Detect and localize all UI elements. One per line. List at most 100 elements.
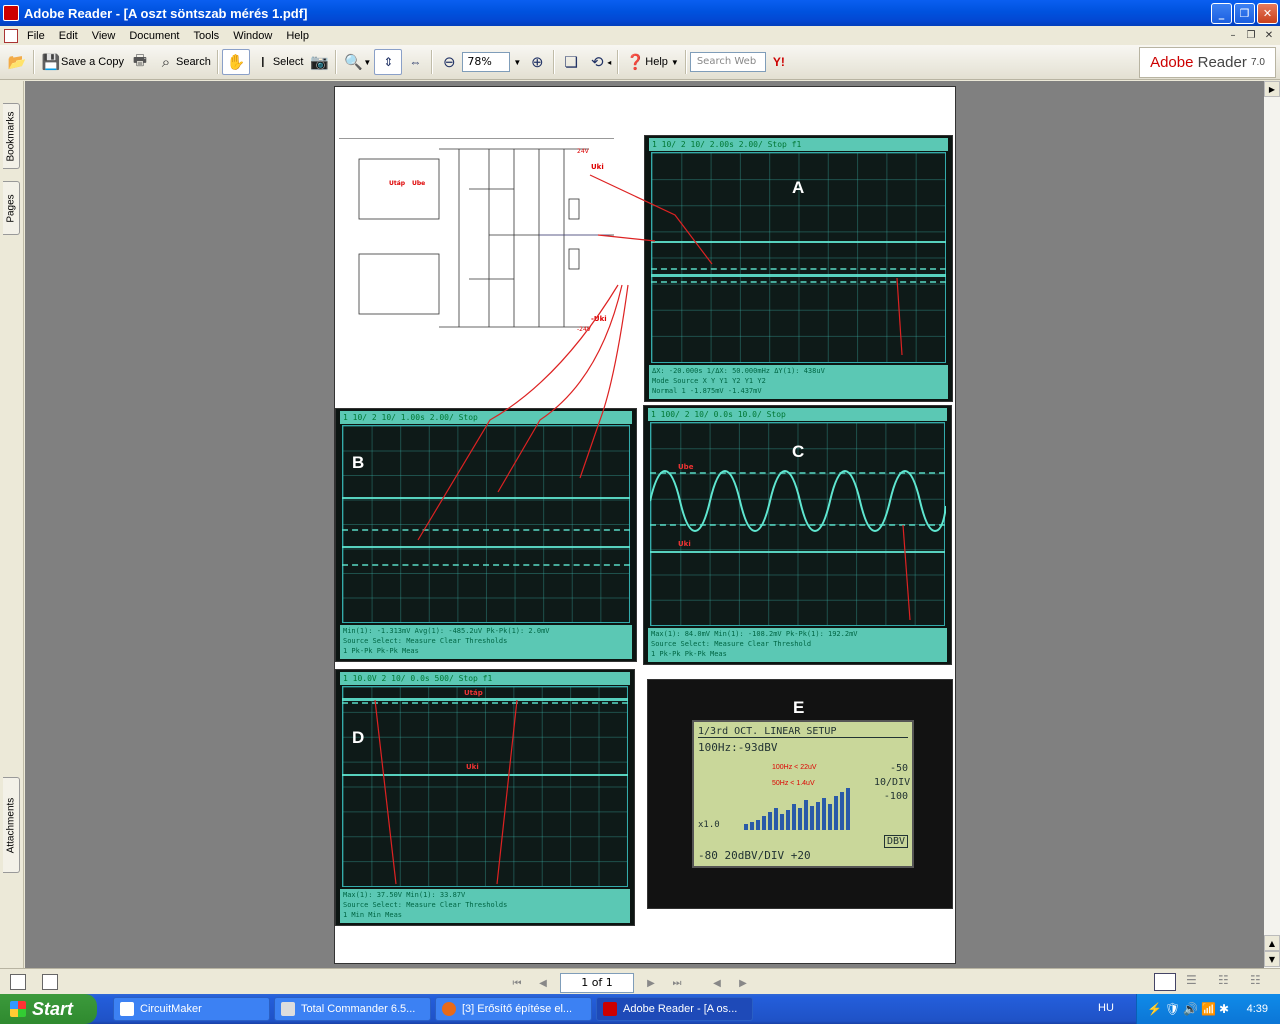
analyzer-dbv-button: DBV <box>883 835 908 848</box>
oscilloscope-b: 1 10/ 2 10/ 1.00s 2.00/ Stop B Min(1): -… <box>335 408 637 662</box>
zoom-tool-dropdown-icon[interactable]: ▼ <box>363 58 371 67</box>
search-web-input[interactable]: Search Web <box>689 52 766 72</box>
facing-view-icon[interactable]: ☷ <box>1218 973 1236 991</box>
tab-bookmarks[interactable]: Bookmarks <box>3 103 20 169</box>
document-window-controls: – ❐ ✕ <box>1226 28 1276 42</box>
adobe-reader-icon <box>3 5 19 21</box>
yahoo-button[interactable]: Y! <box>766 49 792 75</box>
scope-a-softkeys: Mode Source X Y Y1 Y2 Y1 Y2 <box>652 377 766 385</box>
oscilloscope-a: 1 10/ 2 10/ 2.00s 2.00/ Stop f1 A ΔX: -2… <box>644 135 953 402</box>
toolbar: 📂 💾 Save a Copy 🖶 ⌕ Search ✋ I Select 📷 🔍 ▼ … <box>0 45 1280 80</box>
page-navigation: ⏮ ◀ 1 of 1 ▶ ⏭ ◀ ▶ <box>508 973 752 993</box>
hand-tool-button[interactable]: ✋ <box>221 49 250 75</box>
scope-d-trace-utap <box>342 698 628 701</box>
scope-a-softkey-values: Normal 1 -1.875mV -1.437mV <box>652 387 762 395</box>
scope-a-header: 1 10/ 2 10/ 2.00s 2.00/ Stop f1 <box>649 138 948 151</box>
scroll-down-icon[interactable]: ▼ <box>1264 951 1280 967</box>
taskbar-item-firefox[interactable]: [3] Erősítő építése el... <box>435 997 592 1021</box>
taskbar-item-total-commander[interactable]: Total Commander 6.5... <box>274 997 431 1021</box>
scope-b-label: B <box>352 453 365 472</box>
rotate-view-button[interactable]: ⟲ ◂ <box>584 49 614 75</box>
scope-b-measure: Min(1): -1.313mV Avg(1): -485.2uV Pk-Pk(… <box>343 627 550 635</box>
scope-d-header: 1 10.0V 2 10/ 0.0s 500/ Stop f1 <box>340 672 630 685</box>
next-page-button[interactable]: ▶ <box>642 974 660 992</box>
analyzer-multiplier: x1.0 <box>698 820 720 830</box>
windows-flag-icon <box>10 1001 26 1017</box>
next-view-button[interactable]: ▶ <box>734 974 752 992</box>
zoom-out-button[interactable]: ⊖ <box>436 49 462 75</box>
taskbar-item-adobe-reader[interactable]: Adobe Reader - [A os... <box>596 997 753 1021</box>
zoom-in-button[interactable]: ⊕ <box>524 49 550 75</box>
restore-button[interactable]: ❐ <box>1234 2 1255 24</box>
schematic-uki: Uki <box>591 163 604 171</box>
search-button[interactable]: ⌕ Search <box>153 49 214 75</box>
scope-a-reference-2 <box>651 281 946 283</box>
menu-file[interactable]: File <box>20 30 52 42</box>
help-icon: ❓ <box>625 54 645 71</box>
continuous-facing-view-icon[interactable]: ☷ <box>1250 973 1268 991</box>
minimize-button[interactable]: _ <box>1211 2 1232 24</box>
start-button[interactable]: Start <box>0 994 97 1024</box>
zoom-in-tool-button[interactable]: 🔍 ▼ <box>340 49 374 75</box>
snapshot-button[interactable]: 📷 <box>306 49 332 75</box>
print-button[interactable]: 🖶 <box>127 49 153 75</box>
last-page-button[interactable]: ⏭ <box>668 974 686 992</box>
open-button[interactable]: 📂 <box>4 49 30 75</box>
menu-help[interactable]: Help <box>279 30 316 42</box>
doc-restore-icon[interactable]: ❐ <box>1244 28 1258 42</box>
scope-d-grid <box>342 686 628 887</box>
previous-page-button[interactable]: ◀ <box>534 974 552 992</box>
single-page-view-icon[interactable] <box>1154 973 1176 991</box>
analyzer-note-100hz: 100Hz < 22uV <box>772 764 817 771</box>
menu-edit[interactable]: Edit <box>52 30 85 42</box>
zoom-input[interactable]: 78% <box>462 52 511 72</box>
language-indicator[interactable]: HU <box>1098 1002 1114 1014</box>
fit-page-button[interactable]: ⇕ <box>374 49 403 75</box>
scroll-up-icon[interactable]: ▲ <box>1264 935 1280 951</box>
tab-bookmarks-label: Bookmarks <box>5 110 17 162</box>
toolbar-separator <box>335 50 338 74</box>
vertical-scrollbar[interactable]: ▶ ▲ ▼ <box>1264 81 1280 968</box>
toolbar-separator <box>431 50 434 74</box>
menu-document[interactable]: Document <box>122 30 186 42</box>
close-button[interactable]: ✕ <box>1257 2 1278 24</box>
doc-close-icon[interactable]: ✕ <box>1262 28 1276 42</box>
start-label: Start <box>32 998 74 1019</box>
continuous-view-icon[interactable]: ☰ <box>1186 973 1204 991</box>
magnifier-icon: 🔍 <box>344 54 363 71</box>
oscilloscope-c: 1 100/ 2 10/ 0.0s 10.0/ Stop Ube Uki C M… <box>643 405 952 665</box>
taskbar-item-circuitmaker[interactable]: CircuitMaker <box>113 997 270 1021</box>
document-icon[interactable] <box>4 28 18 43</box>
zoom-dropdown[interactable]: ▼ <box>510 49 524 75</box>
navigation-pane: Bookmarks Pages Attachments <box>0 81 24 968</box>
tray-icons[interactable]: ⚡🛡🔊📶✱ <box>1147 1002 1232 1016</box>
tab-pages[interactable]: Pages <box>3 181 20 235</box>
tab-attachments[interactable]: Attachments <box>3 777 20 873</box>
search-label: Search <box>175 56 211 68</box>
menu-window[interactable]: Window <box>226 30 279 42</box>
more-tools-icon[interactable]: ◂ <box>607 58 611 67</box>
menu-bar: File Edit View Document Tools Window Hel… <box>0 26 1280 45</box>
page-number-field[interactable]: 1 of 1 <box>560 973 634 993</box>
page-layout-icon[interactable] <box>10 974 26 990</box>
menu-view[interactable]: View <box>85 30 123 42</box>
menu-tools[interactable]: Tools <box>187 30 227 42</box>
rotate-button[interactable]: ❏ <box>558 49 584 75</box>
first-page-button[interactable]: ⏮ <box>508 974 526 992</box>
toolbar-separator <box>553 50 556 74</box>
expand-pane-icon[interactable]: ▶ <box>1264 81 1280 97</box>
doc-minimize-icon[interactable]: – <box>1226 28 1240 42</box>
minus-circle-icon: ⊖ <box>443 54 456 71</box>
select-tool-button[interactable]: I Select <box>250 49 307 75</box>
toggle-pane-icon[interactable] <box>42 974 58 990</box>
fit-width-button[interactable]: ⇔ <box>402 49 428 75</box>
help-button[interactable]: ❓ Help ▼ <box>622 49 682 75</box>
save-copy-button[interactable]: 💾 Save a Copy <box>38 49 127 75</box>
analyzer-display-e: E 1/3rd OCT. LINEAR SETUP 100Hz:-93dBV 1… <box>647 679 953 909</box>
taskbar: Start CircuitMaker Total Commander 6.5..… <box>0 994 1280 1024</box>
schematic-vminus: -24V <box>577 326 592 333</box>
system-tray: ⚡🛡🔊📶✱ 4:39 <box>1136 994 1280 1024</box>
scope-b-footer: Min(1): -1.313mV Avg(1): -485.2uV Pk-Pk(… <box>340 625 632 659</box>
hand-icon: ✋ <box>226 54 246 71</box>
previous-view-button[interactable]: ◀ <box>708 974 726 992</box>
